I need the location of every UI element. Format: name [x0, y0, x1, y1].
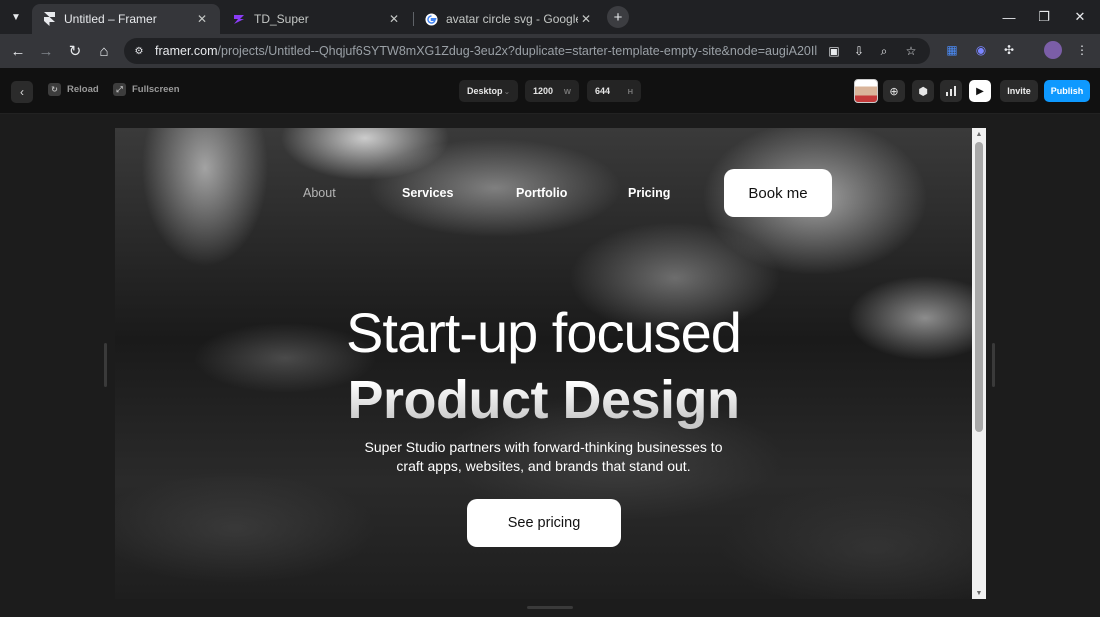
url-path: /projects/Untitled--Qhqjuf6SYTW8mXG1Zdug…	[217, 44, 818, 58]
hero-subtitle: Super Studio partners with forward-think…	[115, 438, 972, 476]
invite-button[interactable]: Invite	[1000, 80, 1038, 102]
analytics-bars-icon[interactable]	[940, 80, 962, 102]
home-icon[interactable]: ⌂	[92, 39, 116, 63]
hero-subtitle-line2: craft apps, websites, and brands that st…	[396, 458, 691, 474]
zoom-icon[interactable]: ⌕	[876, 43, 892, 59]
forward-icon[interactable]: →	[34, 39, 58, 63]
book-me-button[interactable]: Book me	[724, 169, 832, 217]
play-preview-icon[interactable]: ▶	[969, 80, 991, 102]
hero-subtitle-line1: Super Studio partners with forward-think…	[364, 439, 723, 455]
reload-button[interactable]: ↻ Reload	[48, 83, 99, 96]
reload-icon[interactable]: ↻	[63, 39, 87, 63]
nav-link-pricing[interactable]: Pricing	[628, 186, 670, 200]
close-tab-icon[interactable]: ✕	[386, 11, 402, 27]
close-tab-icon[interactable]: ✕	[194, 11, 210, 27]
browser-tab-strip: ▼ Untitled – Framer ✕ TD_Super ✕ avatar …	[0, 0, 1100, 34]
minimize-icon[interactable]: —	[997, 6, 1021, 28]
browser-toolbar: ← → ↻ ⌂ ⚙ framer.com/projects/Untitled--…	[0, 34, 1100, 68]
framer-icon	[42, 12, 56, 26]
chevron-left-icon: ‹	[20, 85, 24, 99]
fullscreen-label: Fullscreen	[132, 84, 180, 95]
back-to-editor-button[interactable]: ‹	[11, 81, 33, 103]
publish-button[interactable]: Publish	[1044, 80, 1090, 102]
reload-label: Reload	[67, 84, 99, 95]
google-icon	[424, 12, 438, 26]
resize-handle-right[interactable]	[992, 343, 995, 387]
address-bar[interactable]: ⚙ framer.com/projects/Untitled--Qhqjuf6S…	[124, 38, 930, 64]
width-value: 1200	[533, 86, 554, 96]
width-field[interactable]: 1200 W	[525, 80, 579, 102]
restore-icon[interactable]: ❐	[1032, 6, 1056, 28]
reload-icon: ↻	[48, 83, 61, 96]
hero-heading-line2: Product Design	[115, 369, 972, 431]
site-info-icon[interactable]: ⚙	[132, 44, 146, 58]
framer-preview-toolbar: ‹ ↻ Reload ⤢ Fullscreen Desktop ⌄ 1200 W…	[0, 68, 1100, 114]
height-field[interactable]: 644 H	[587, 80, 641, 102]
see-pricing-button[interactable]: See pricing	[467, 499, 621, 547]
menu-kebab-icon[interactable]: ⋮	[1073, 41, 1091, 59]
new-tab-button[interactable]: +	[607, 6, 629, 28]
back-icon[interactable]: ←	[6, 39, 30, 63]
close-window-icon[interactable]: ✕	[1068, 6, 1092, 28]
nav-link-portfolio[interactable]: Portfolio	[516, 186, 567, 200]
extension-circle-icon[interactable]: ◉	[972, 41, 990, 59]
settings-hex-icon[interactable]: ⬢	[912, 80, 934, 102]
tab-title: avatar circle svg - Google Search	[446, 12, 578, 26]
clipboard-icon[interactable]: ▣	[826, 43, 842, 59]
install-app-icon[interactable]: ⇩	[851, 43, 867, 59]
breakpoint-select[interactable]: Desktop ⌄	[459, 80, 518, 102]
extensions-puzzle-icon[interactable]: ✣	[1000, 41, 1018, 59]
chevron-down-icon: ⌄	[503, 86, 510, 96]
fullscreen-button[interactable]: ⤢ Fullscreen	[113, 83, 180, 96]
tab-google-search[interactable]: avatar circle svg - Google Search ✕	[414, 4, 604, 34]
preview-scrollbar[interactable]: ▲ ▼	[972, 128, 986, 599]
close-tab-icon[interactable]: ✕	[578, 11, 594, 27]
height-value: 644	[595, 86, 611, 96]
preview-canvas: About Services Portfolio Pricing Book me…	[0, 114, 1100, 617]
nav-link-services[interactable]: Services	[402, 186, 453, 200]
bookmark-star-icon[interactable]: ☆	[903, 43, 919, 59]
breakpoint-value: Desktop	[467, 86, 503, 96]
fullscreen-icon: ⤢	[113, 83, 126, 96]
td-super-icon	[232, 12, 246, 26]
globe-icon[interactable]: ⊕	[883, 80, 905, 102]
height-unit: H	[627, 86, 633, 96]
tab-framer[interactable]: Untitled – Framer ✕	[32, 4, 220, 34]
scroll-down-arrow-icon[interactable]: ▼	[975, 589, 983, 597]
nav-link-about[interactable]: About	[303, 186, 336, 200]
scroll-thumb[interactable]	[975, 142, 983, 432]
site-preview-frame: About Services Portfolio Pricing Book me…	[115, 128, 972, 599]
hero-heading-line1: Start-up focused	[346, 301, 742, 364]
resize-handle-left[interactable]	[104, 343, 107, 387]
resize-handle-bottom[interactable]	[527, 606, 573, 609]
profile-avatar-icon[interactable]	[1044, 41, 1062, 59]
scroll-up-arrow-icon[interactable]: ▲	[975, 130, 983, 138]
tab-search-chevron-icon[interactable]: ▼	[6, 7, 26, 27]
url-host: framer.com	[155, 44, 218, 58]
tab-title: Untitled – Framer	[64, 12, 157, 26]
extension-grid-icon[interactable]: ▦	[943, 41, 961, 59]
width-unit: W	[563, 86, 571, 96]
collaborator-avatar[interactable]	[854, 79, 878, 103]
url-text[interactable]: framer.com/projects/Untitled--Qhqjuf6SYT…	[155, 44, 817, 58]
tab-td-super[interactable]: TD_Super ✕	[222, 4, 412, 34]
tab-title: TD_Super	[254, 12, 309, 26]
